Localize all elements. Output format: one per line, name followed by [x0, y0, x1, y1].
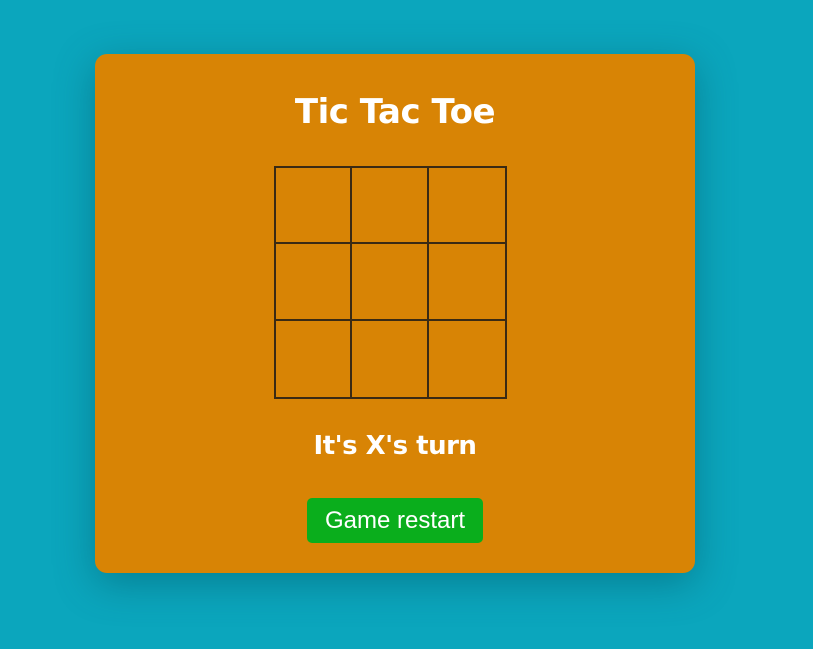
board-cell-7[interactable] [352, 320, 429, 397]
board-cell-5[interactable] [428, 244, 505, 321]
board-cell-1[interactable] [352, 168, 429, 245]
board-cell-4[interactable] [352, 244, 429, 321]
game-restart-button[interactable]: Game restart [307, 498, 483, 543]
board-cell-8[interactable] [429, 321, 505, 397]
game-card: Tic Tac Toe It's X's turn Game restart [95, 54, 695, 573]
game-board [274, 166, 507, 399]
board-cell-3[interactable] [276, 244, 353, 321]
turn-status: It's X's turn [313, 431, 477, 461]
game-title: Tic Tac Toe [294, 92, 496, 132]
board-cell-6[interactable] [276, 320, 353, 397]
board-cell-2[interactable] [428, 168, 505, 245]
board-cell-0[interactable] [276, 168, 353, 245]
